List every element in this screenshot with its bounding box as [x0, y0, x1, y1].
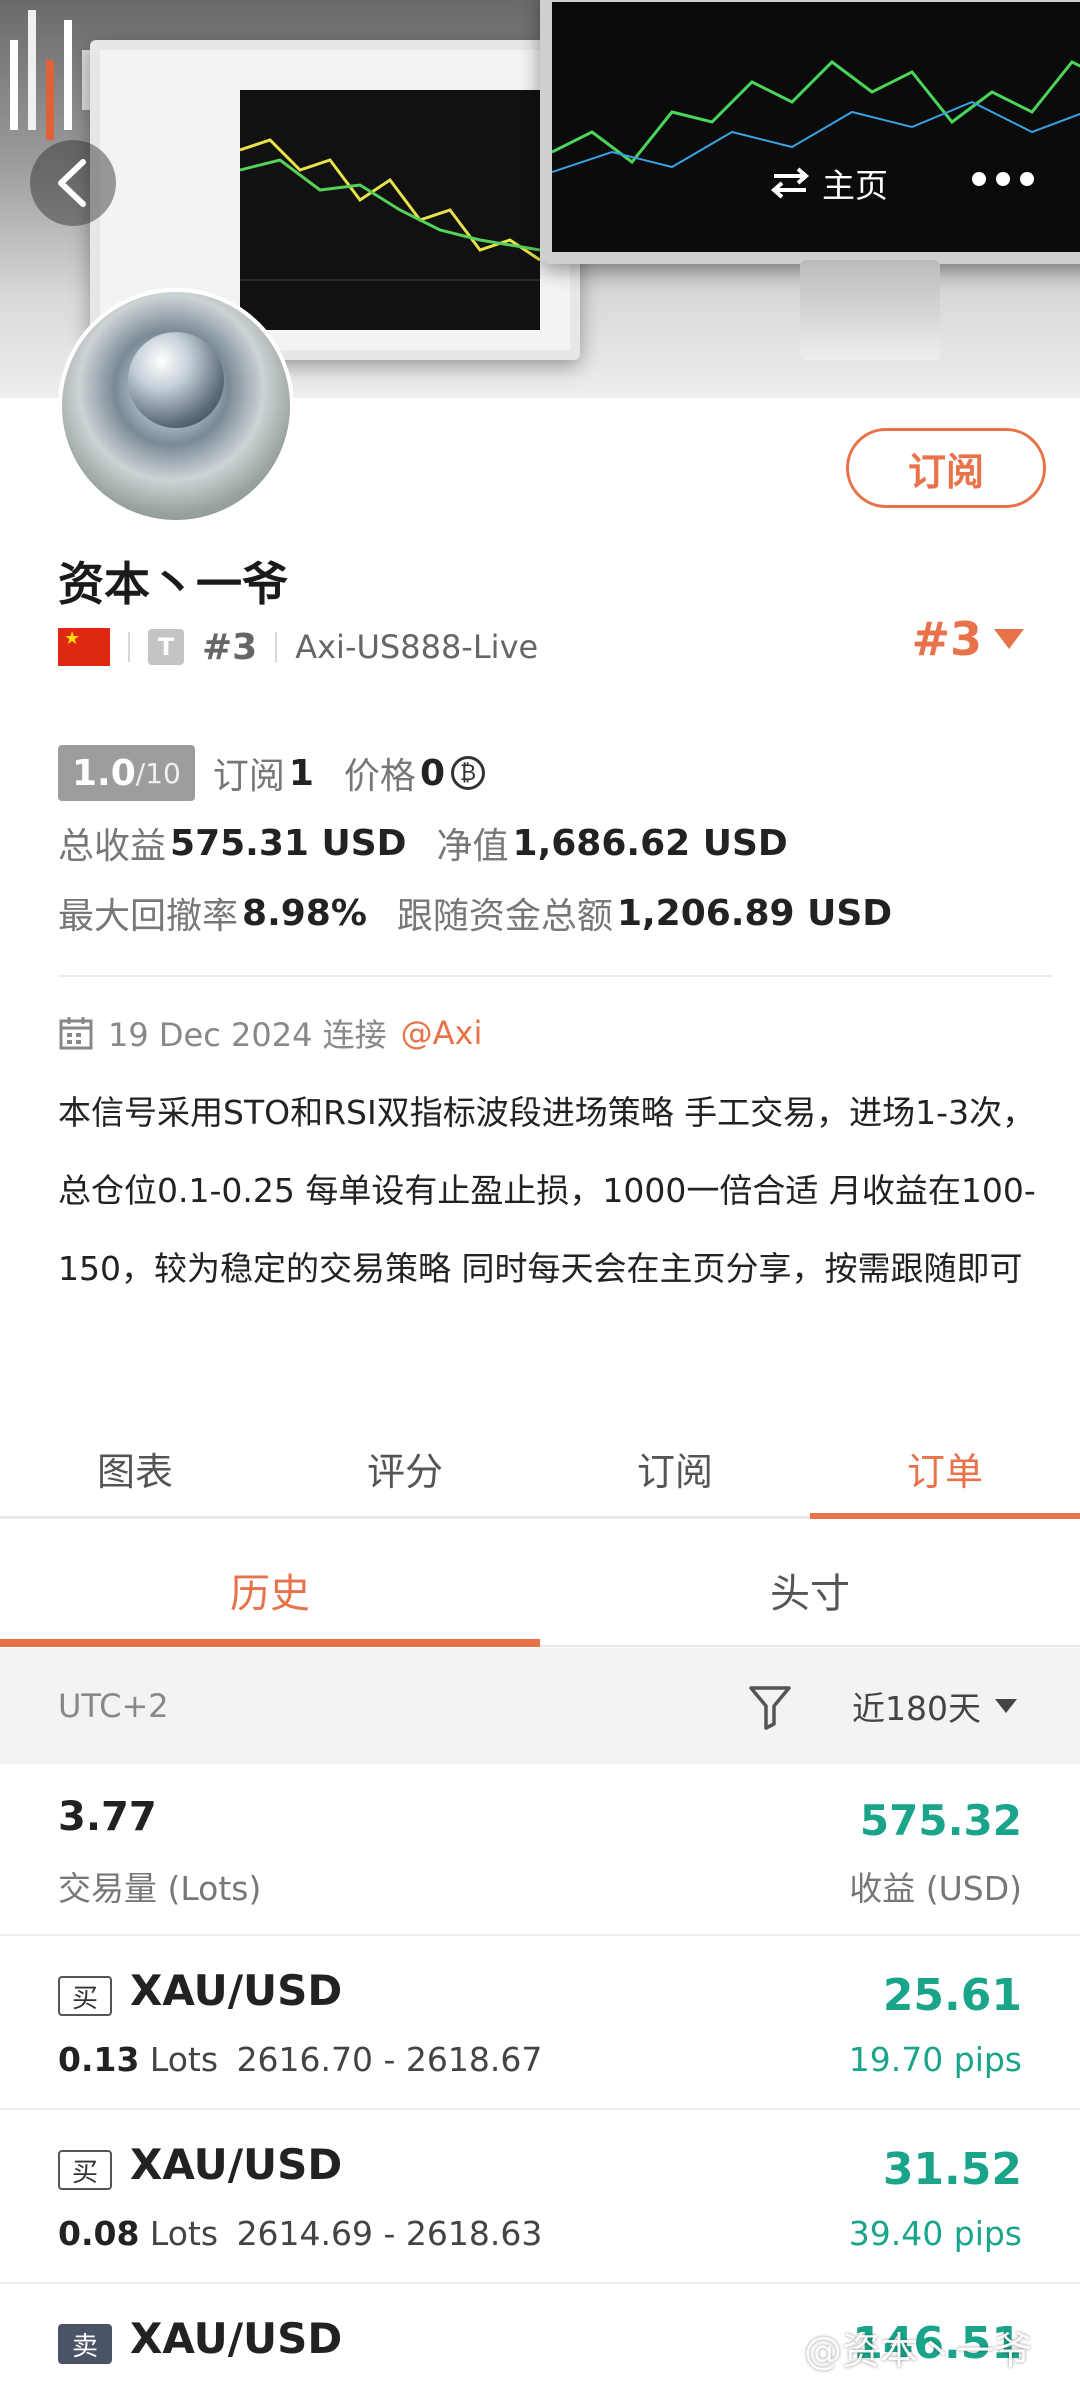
- profile-name: 资本丶一爷: [58, 557, 288, 611]
- follow-funds-label: 跟随资金总额: [396, 896, 613, 937]
- total-profit-summary-value: 575.32: [859, 1796, 1022, 1845]
- order-subtabs: 历史 头寸: [0, 1535, 1080, 1647]
- range-value: 近180天: [852, 1689, 981, 1728]
- rank-label: #3: [202, 626, 258, 668]
- order-lots: 0.13: [58, 2040, 140, 2079]
- avatar: [58, 288, 294, 524]
- order-prices: 2614.69 - 2618.63: [236, 2214, 543, 2253]
- chevron-left-icon: [58, 159, 86, 207]
- tab-subscribe[interactable]: 订阅: [540, 1420, 810, 1516]
- china-flag-icon: [58, 628, 110, 666]
- total-profit-summary-label: 收益 (USD): [849, 1869, 1022, 1908]
- caret-down-icon: [995, 1699, 1017, 1713]
- monitor-screen-image: [540, 0, 1080, 264]
- price-value: 0: [419, 752, 445, 794]
- filter-bar: UTC+2 近180天: [0, 1648, 1080, 1764]
- tab-chart[interactable]: 图表: [0, 1420, 270, 1516]
- rating-value: 1.0: [72, 752, 136, 794]
- globe-image: [128, 332, 224, 428]
- total-lots-value: 3.77: [58, 1794, 157, 1840]
- subscribe-button[interactable]: 订阅: [846, 428, 1046, 508]
- stats-panel: 1.0 /10 订阅 1 价格 0 ₿ 总收益 575.31 USD 净值 1,…: [58, 738, 1048, 948]
- order-row[interactable]: 买 XAU/USD 0.08 Lots 2614.69 - 2618.63 31…: [0, 2110, 1080, 2284]
- max-drawdown-label: 最大回撤率: [58, 896, 239, 937]
- equity-label: 净值: [436, 826, 509, 867]
- order-symbol: XAU/USD: [130, 2140, 343, 2189]
- equity-value: 1,686.62 USD: [512, 822, 788, 864]
- max-drawdown-value: 8.98%: [242, 892, 367, 934]
- subscribe-count-label: 订阅: [212, 756, 285, 797]
- order-profit: 25.61: [882, 1970, 1022, 2021]
- calendar-icon: [59, 1017, 93, 1050]
- orders-summary: 3.77 交易量 (Lots) 575.32 收益 (USD): [0, 1764, 1080, 1936]
- rating-badge: 1.0 /10: [58, 745, 195, 801]
- order-lots-unit: Lots: [149, 2040, 219, 2079]
- home-switch-link[interactable]: 主页: [770, 158, 888, 208]
- subscribe-count-value: 1: [288, 752, 314, 794]
- switch-arrows-icon: [770, 167, 810, 199]
- buy-badge: 买: [58, 2150, 112, 2190]
- rank-value: #3: [911, 612, 982, 666]
- order-lots: 0.08: [58, 2214, 140, 2253]
- broker-link[interactable]: @Axi: [401, 1014, 483, 1052]
- back-button[interactable]: [30, 140, 116, 226]
- follow-funds-value: 1,206.89 USD: [616, 892, 893, 934]
- order-symbol: XAU/USD: [130, 1966, 343, 2015]
- order-detail: 0.08 Lots 2614.69 - 2618.63: [58, 2214, 542, 2253]
- watermark: @资本丶一爷: [804, 2329, 1033, 2373]
- rating-max: /10: [135, 756, 181, 790]
- total-lots-label: 交易量 (Lots): [58, 1869, 262, 1908]
- divider: [275, 632, 278, 662]
- coin-icon: ₿: [451, 756, 485, 790]
- order-prices: 2616.70 - 2618.67: [236, 2040, 543, 2079]
- caret-down-icon: [994, 629, 1024, 649]
- home-label: 主页: [822, 166, 888, 205]
- buy-badge: 买: [58, 1976, 112, 2016]
- order-symbol: XAU/USD: [130, 2314, 343, 2363]
- total-profit-value: 575.31 USD: [170, 822, 407, 864]
- sell-badge: 卖: [58, 2324, 112, 2364]
- profile-meta-row: T #3 Axi-US888-Live: [58, 622, 538, 672]
- divider: [128, 632, 130, 662]
- tab-rating[interactable]: 评分: [270, 1420, 540, 1516]
- order-detail: 0.13 Lots 2616.70 - 2618.67: [58, 2040, 542, 2079]
- order-lots-unit: Lots: [149, 2214, 219, 2253]
- subtab-positions[interactable]: 头寸: [540, 1535, 1080, 1645]
- filter-icon[interactable]: [748, 1684, 792, 1730]
- connect-info: 19 Dec 2024 连接 @Axi: [58, 1005, 482, 1061]
- order-pips: 39.40 pips: [848, 2214, 1022, 2253]
- main-tabs: 图表 评分 订阅 订单: [0, 1420, 1080, 1519]
- price-label: 价格: [343, 756, 416, 797]
- total-profit-label: 总收益: [58, 826, 167, 867]
- server-name: Axi-US888-Live: [295, 628, 539, 666]
- signal-description: 本信号采用STO和RSI双指标波段进场策略 手工交易，进场1-3次，总仓位0.1…: [58, 1093, 1036, 1288]
- connect-date: 19 Dec 2024 连接: [108, 1016, 387, 1054]
- account-type-badge: T: [148, 629, 184, 665]
- order-pips: 19.70 pips: [848, 2040, 1022, 2079]
- divider: [58, 975, 1052, 977]
- range-dropdown[interactable]: 近180天: [852, 1682, 1017, 1730]
- tab-orders[interactable]: 订单: [810, 1420, 1080, 1519]
- subtab-history[interactable]: 历史: [0, 1535, 540, 1647]
- more-menu-icon[interactable]: [972, 172, 1034, 186]
- order-row[interactable]: 买 XAU/USD 0.13 Lots 2616.70 - 2618.67 25…: [0, 1936, 1080, 2110]
- monitor-stand-image: [800, 260, 940, 360]
- timezone-label: UTC+2: [58, 1687, 169, 1725]
- rank-dropdown[interactable]: #3: [911, 612, 1024, 666]
- order-profit: 31.52: [882, 2144, 1022, 2195]
